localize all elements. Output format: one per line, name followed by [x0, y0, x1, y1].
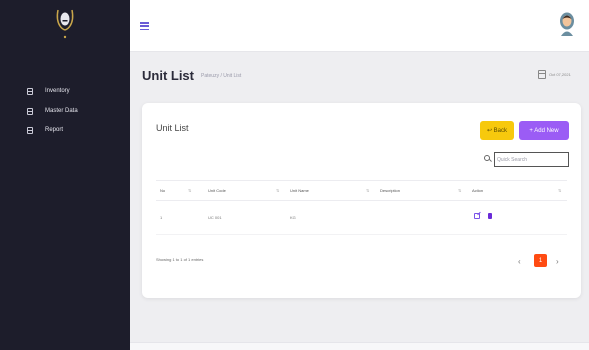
- quick-search-input[interactable]: [494, 152, 569, 167]
- column-header-unit-code[interactable]: Unit Code: [208, 188, 226, 193]
- delete-icon[interactable]: [488, 213, 492, 219]
- sidebar-item-master-data[interactable]: Master Data: [0, 103, 130, 119]
- entries-info: Showing 1 to 1 of 1 entries: [156, 257, 204, 262]
- back-button[interactable]: ↩ Back: [480, 121, 514, 140]
- sidebar-item-label: Inventory: [45, 88, 70, 94]
- sort-icon[interactable]: ⇅: [458, 188, 461, 193]
- pagination-next-button[interactable]: ›: [556, 257, 559, 266]
- sidebar: Inventory Master Data Report: [0, 0, 130, 350]
- date-text: Oct 07,2021: [549, 72, 571, 77]
- calendar-icon: [538, 70, 546, 79]
- table-header: No ⇅ Unit Code ⇅ Unit Name ⇅ Description…: [156, 180, 567, 201]
- pagination-page-1[interactable]: 1: [534, 254, 547, 267]
- edit-icon[interactable]: [474, 213, 480, 219]
- sidebar-item-inventory[interactable]: Inventory: [0, 83, 130, 99]
- footer: [130, 342, 589, 350]
- user-avatar-icon[interactable]: [559, 12, 575, 36]
- cell-no: 1: [160, 215, 163, 220]
- page-title: Unit List: [142, 68, 194, 83]
- column-header-unit-name[interactable]: Unit Name: [290, 188, 309, 193]
- breadcrumb[interactable]: Pateuzy / Unit List: [201, 73, 241, 79]
- search-icon: [484, 155, 490, 161]
- column-header-action: Action: [472, 188, 484, 193]
- sort-icon[interactable]: ⇅: [188, 188, 191, 193]
- database-icon: [27, 107, 33, 115]
- card-title: Unit List: [156, 123, 189, 133]
- report-icon: [27, 126, 33, 134]
- sort-icon[interactable]: ⇅: [366, 188, 369, 193]
- top-bar: [130, 0, 589, 52]
- pagination-prev-button[interactable]: ‹: [518, 257, 521, 266]
- sidebar-item-label: Report: [45, 127, 64, 133]
- column-header-no[interactable]: No: [160, 188, 165, 193]
- sidebar-item-label: Master Data: [45, 108, 78, 114]
- cell-unit-name: KG: [290, 215, 296, 220]
- unit-table: No ⇅ Unit Code ⇅ Unit Name ⇅ Description…: [156, 180, 567, 235]
- hamburger-icon[interactable]: [140, 22, 149, 31]
- column-header-description[interactable]: Description: [380, 188, 400, 193]
- logo-icon: [56, 9, 74, 39]
- sort-icon[interactable]: ⇅: [558, 188, 561, 193]
- cell-unit-code: UC 001: [208, 215, 222, 220]
- box-icon: [27, 87, 33, 95]
- add-new-button[interactable]: + Add New: [519, 121, 569, 140]
- table-row: 1 UC 001 KG: [156, 201, 567, 235]
- unit-list-card: Unit List ↩ Back + Add New No ⇅ Unit Cod…: [142, 103, 581, 298]
- date-display: Oct 07,2021: [538, 70, 571, 79]
- sidebar-item-report[interactable]: Report: [0, 122, 130, 138]
- sort-icon[interactable]: ⇅: [276, 188, 279, 193]
